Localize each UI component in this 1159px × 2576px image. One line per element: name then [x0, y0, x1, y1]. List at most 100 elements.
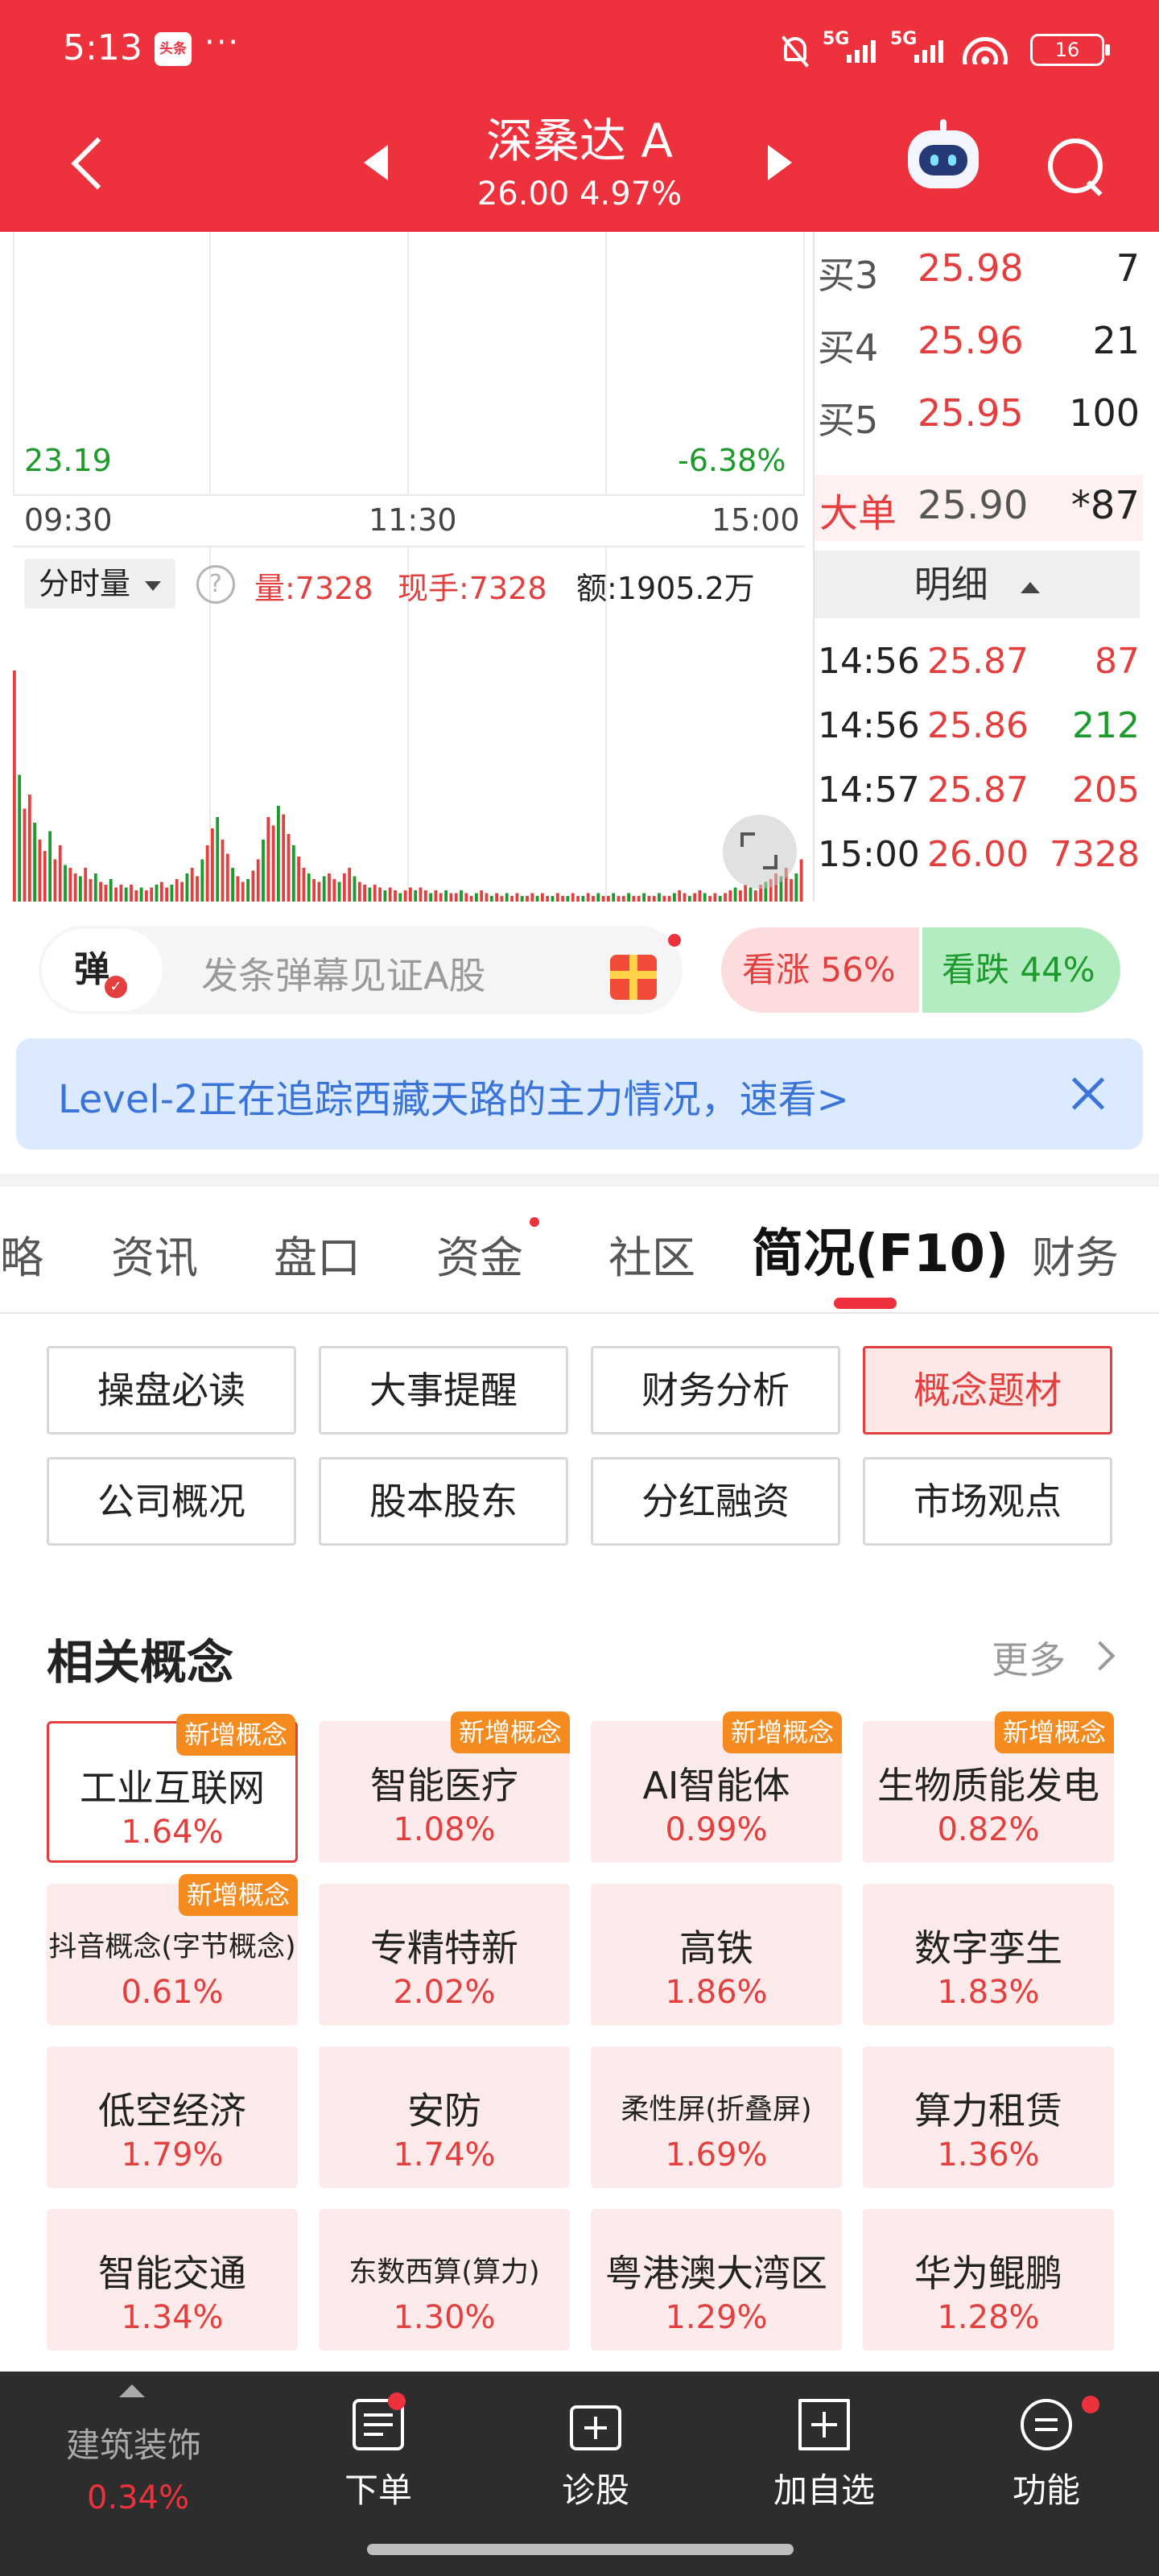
concept-card[interactable]: 生物质能发电 0.82% 新增概念	[863, 1711, 1114, 1863]
tab-f10-overview[interactable]: 简况(F10)	[752, 1212, 1008, 1286]
f10-dividends-financing-button[interactable]: 分红融资	[591, 1457, 840, 1546]
place-order-button[interactable]: 下单	[298, 2463, 459, 2512]
tab-community[interactable]: 社区	[608, 1222, 695, 1286]
prev-stock-icon[interactable]	[364, 145, 388, 180]
chevron-right-icon[interactable]	[1085, 1641, 1116, 1671]
volume-bar	[73, 873, 77, 902]
help-icon[interactable]: ?	[196, 565, 235, 604]
battery-icon: 16	[1030, 34, 1110, 66]
volume-bar	[612, 893, 616, 902]
concept-card[interactable]: 数字孪生 1.83%	[863, 1884, 1114, 2025]
concept-card[interactable]: 安防 1.74%	[319, 2046, 570, 2188]
add-watchlist-button[interactable]: 加自选	[744, 2463, 905, 2512]
volume-bar	[505, 893, 509, 902]
tab-quotes[interactable]: 盘口	[274, 1222, 361, 1286]
volume-bar	[343, 873, 346, 902]
concept-card[interactable]: 工业互联网 1.64% 新增概念	[47, 1714, 298, 1863]
chevron-up-icon[interactable]	[119, 2384, 145, 2397]
menu-icon[interactable]	[1021, 2399, 1072, 2450]
concept-card[interactable]: 东数西算(算力) 1.30%	[319, 2209, 570, 2351]
volume-bar	[134, 890, 138, 902]
concept-card[interactable]: 柔性屏(折叠屏) 1.69%	[591, 2046, 842, 2188]
concept-card[interactable]: AI智能体 0.99% 新增概念	[591, 1711, 842, 1863]
volume-bar	[109, 879, 113, 902]
bullish-vote-button[interactable]: 看涨 56%	[721, 927, 919, 1013]
volume-bar	[282, 814, 286, 902]
tab-funds[interactable]: 资金	[436, 1222, 523, 1286]
f10-concept-themes-button[interactable]: 概念题材	[863, 1346, 1112, 1435]
volume-bar	[434, 890, 438, 902]
concept-card[interactable]: 高铁 1.86%	[591, 1884, 842, 2025]
volume-bar	[373, 885, 377, 902]
f10-financial-analysis-button[interactable]: 财务分析	[591, 1346, 840, 1435]
stock-diagnosis-icon[interactable]	[570, 2405, 621, 2450]
tab-strategy[interactable]: 略	[0, 1222, 43, 1286]
banner-text[interactable]: Level-2正在追踪西藏天路的主力情况，速看>	[58, 1067, 849, 1124]
volume-bar	[495, 893, 498, 902]
search-icon[interactable]	[1045, 135, 1109, 200]
volume-bar	[236, 876, 240, 902]
back-button[interactable]	[64, 129, 113, 193]
gift-icon[interactable]	[610, 955, 657, 1000]
ai-assistant-robot-icon[interactable]	[908, 119, 979, 188]
volume-bar	[246, 879, 250, 902]
tab-finance[interactable]: 财务	[1032, 1222, 1119, 1286]
volume-mode-select[interactable]: 分时量	[24, 559, 176, 609]
concept-card[interactable]: 智能交通 1.34%	[47, 2209, 298, 2351]
concept-name: 工业互联网	[80, 1766, 265, 1810]
f10-major-events-button[interactable]: 大事提醒	[319, 1346, 568, 1435]
fullscreen-expand-icon[interactable]	[723, 815, 797, 889]
concept-name: 智能交通	[98, 2252, 246, 2295]
volume-bar	[302, 868, 306, 902]
next-stock-icon[interactable]	[768, 145, 792, 180]
f10-market-views-button[interactable]: 市场观点	[863, 1457, 1112, 1546]
new-concept-tag: 新增概念	[450, 1711, 570, 1753]
f10-company-profile-button[interactable]: 公司概况	[47, 1457, 296, 1546]
volume-bar	[383, 890, 387, 902]
volume-bar	[561, 896, 564, 902]
danmaku-toggle-button[interactable]: 弹 ✓	[42, 929, 163, 1011]
stock-diagnosis-button[interactable]: 诊股	[515, 2463, 676, 2512]
add-watchlist-icon[interactable]	[798, 2399, 850, 2450]
bearish-vote-button[interactable]: 看跌 44%	[922, 927, 1120, 1013]
concept-card[interactable]: 专精特新 2.02%	[319, 1884, 570, 2025]
sector-name[interactable]: 建筑装饰	[66, 2418, 201, 2467]
time-label-mid: 11:30	[369, 502, 457, 538]
concept-card[interactable]: 华为鲲鹏 1.28%	[863, 2209, 1114, 2351]
home-indicator[interactable]	[367, 2544, 794, 2555]
volume-bar	[555, 893, 559, 902]
tab-news[interactable]: 资讯	[111, 1222, 198, 1286]
close-icon[interactable]	[1067, 1071, 1112, 1116]
concept-name: 数字孪生	[914, 1926, 1062, 1970]
chart-low-pct: -6.38%	[678, 443, 786, 478]
volume-bar	[728, 890, 732, 902]
concept-card[interactable]: 抖音概念(字节概念) 0.61% 新增概念	[47, 1874, 298, 2025]
big-order-row[interactable]: 大单 25.90 *87	[815, 475, 1143, 541]
volume-stat: 量:7328	[254, 571, 373, 606]
concept-card[interactable]: 低空经济 1.79%	[47, 2046, 298, 2188]
functions-button[interactable]: 功能	[966, 2463, 1127, 2512]
volume-bar	[475, 893, 478, 902]
volume-bar	[444, 890, 448, 902]
f10-shareholders-button[interactable]: 股本股东	[319, 1457, 568, 1546]
volume-bar	[337, 881, 341, 902]
concept-card[interactable]: 算力租赁 1.36%	[863, 2046, 1114, 2188]
volume-bar	[262, 840, 265, 902]
more-link[interactable]: 更多	[992, 1631, 1066, 1684]
volume-bar	[708, 896, 711, 902]
signal-icon-2	[890, 24, 947, 69]
volume-bar	[114, 887, 118, 902]
concept-card[interactable]: 智能医疗 1.08% 新增概念	[319, 1711, 570, 1863]
volume-bars	[13, 671, 803, 902]
concept-card[interactable]: 粤港澳大湾区 1.29%	[591, 2209, 842, 2351]
volume-bar	[662, 896, 666, 902]
detail-toggle-button[interactable]: 明细	[815, 551, 1140, 618]
volume-bar	[216, 817, 220, 902]
volume-bar	[18, 774, 22, 902]
volume-bar	[642, 893, 645, 902]
volume-bar	[23, 808, 27, 902]
buy-level-5: 买5 25.95 100	[818, 391, 1140, 442]
concept-change: 1.69%	[665, 2136, 768, 2174]
volume-bar	[328, 873, 331, 902]
f10-trading-must-read-button[interactable]: 操盘必读	[47, 1346, 296, 1435]
